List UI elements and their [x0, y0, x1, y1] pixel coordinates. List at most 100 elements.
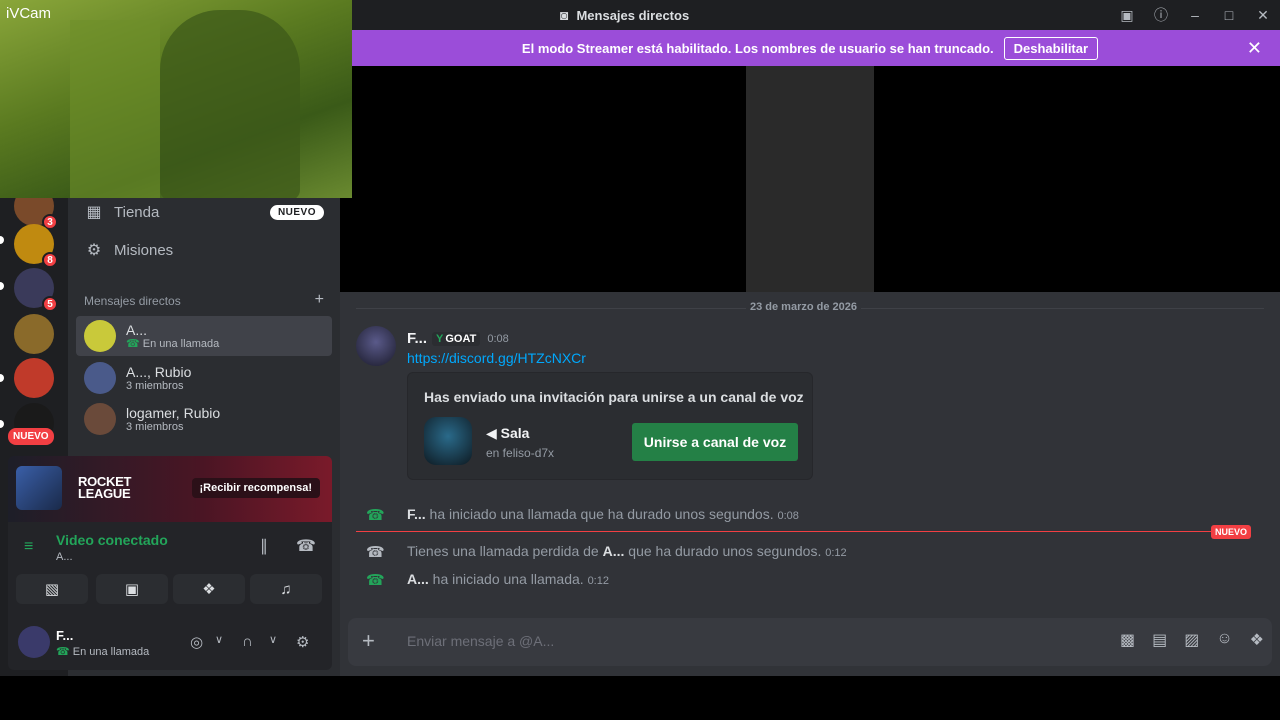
- disable-streamer-button[interactable]: Deshabilitar: [1003, 36, 1099, 60]
- missions-icon: ⚙: [86, 242, 102, 259]
- title-bar-center: ◙ Mensajes directos: [560, 0, 689, 30]
- unread-pill: [0, 236, 4, 244]
- mention-badge: 5: [42, 296, 58, 312]
- streamer-mode-banner: El modo Streamer está habilitado. Los no…: [340, 30, 1280, 66]
- unread-pill: [0, 282, 4, 290]
- voice-channel[interactable]: A...: [56, 551, 73, 563]
- close-icon[interactable]: ✕: [1247, 38, 1262, 59]
- call-started-icon: ☎: [366, 507, 385, 524]
- activities-button[interactable]: ❖: [173, 574, 245, 604]
- server-avatar: [424, 417, 472, 465]
- disconnect-icon[interactable]: ☎: [296, 536, 316, 556]
- message-composer[interactable]: + Enviar mensaje a @A... ▩ ▤ ▨ ☺ ❖: [348, 618, 1272, 666]
- dm-name: logamer, Rubio: [126, 404, 221, 421]
- add-attachment-icon[interactable]: +: [362, 628, 375, 654]
- dm-members: 3 miembros: [126, 420, 184, 433]
- help-icon[interactable]: ⓘ: [1144, 0, 1178, 30]
- server-icon[interactable]: [14, 314, 54, 354]
- dm-name: A..., Rubio: [126, 363, 192, 380]
- window-title: Mensajes directos: [576, 7, 690, 23]
- call-video-area: [340, 66, 1280, 292]
- voice-panel: ≡ Video conectado A... ∥ ☎ ▧ ▣ ❖ ♫: [8, 522, 332, 612]
- chevron-down-icon[interactable]: ∨: [215, 633, 223, 646]
- rocket-league-promo[interactable]: ROCKET LEAGUE ¡Recibir recompensa!: [8, 456, 332, 522]
- minimize-button[interactable]: –: [1178, 0, 1212, 30]
- nav-missions-label: Misiones: [114, 241, 174, 259]
- webcam-background: [70, 20, 160, 198]
- webcam-person: [160, 10, 300, 198]
- avatar: [84, 403, 116, 435]
- invite-title: Has enviado una invitación para unirse a…: [424, 389, 804, 405]
- unread-pill: [0, 374, 4, 382]
- dm-item[interactable]: A..., Rubio 3 miembros: [76, 358, 332, 398]
- new-messages-divider: [356, 531, 1211, 532]
- close-window-button[interactable]: ✕: [1246, 0, 1280, 30]
- join-voice-button[interactable]: Unirse a canal de voz: [632, 423, 798, 461]
- screen-share-button[interactable]: ▣: [96, 574, 168, 604]
- soundboard-button[interactable]: ♫: [250, 574, 322, 604]
- apps-icon[interactable]: ❖: [1250, 630, 1264, 650]
- dm-item[interactable]: logamer, Rubio 3 miembros: [76, 399, 332, 439]
- date-label: 23 de marzo de 2026: [746, 301, 862, 313]
- server-icon[interactable]: 8: [14, 224, 58, 268]
- avatar: [84, 362, 116, 394]
- dm-name: A...: [126, 321, 148, 338]
- speaker-icon: ◀: [486, 425, 497, 441]
- maximize-button[interactable]: □: [1212, 0, 1246, 30]
- promo-thumbnail: [16, 466, 62, 510]
- message-avatar[interactable]: [356, 326, 396, 366]
- banner-text: El modo Streamer está habilitado. Los no…: [521, 40, 994, 56]
- main-panel: 23 de marzo de 2026 F... Y GOAT 0:08 http…: [340, 66, 1280, 676]
- camera-toggle-button[interactable]: ▧: [16, 574, 88, 604]
- avatar: [84, 320, 116, 352]
- tag-icon: Y: [436, 332, 444, 345]
- user-name: F...: [56, 628, 74, 643]
- dm-members: 3 miembros: [126, 379, 184, 392]
- new-badge: NUEVO: [269, 204, 324, 220]
- camera-off-icon: ▧: [44, 581, 60, 598]
- call-started-icon: ☎: [366, 572, 385, 589]
- noise-suppression-icon[interactable]: ∥: [260, 536, 268, 556]
- inbox-icon[interactable]: ▣: [1110, 0, 1144, 30]
- user-status: ☎ En una llamada: [56, 646, 150, 658]
- missed-call-icon: ☎: [366, 544, 385, 561]
- server-icon[interactable]: 5: [14, 268, 58, 312]
- server-icon[interactable]: [14, 358, 54, 398]
- rocket-league-logo: ROCKET LEAGUE: [78, 474, 132, 501]
- dm-section-title: Mensajes directos: [84, 294, 181, 308]
- sticker-icon[interactable]: ▨: [1184, 630, 1199, 650]
- gif-icon[interactable]: ▤: [1152, 630, 1167, 650]
- gift-icon[interactable]: ▩: [1120, 630, 1135, 650]
- message-time: 0:08: [487, 332, 509, 345]
- headphones-icon[interactable]: ∩: [242, 633, 253, 650]
- microphone-icon[interactable]: ◎: [190, 633, 203, 651]
- invite-server: en feliso-d7x: [486, 446, 555, 460]
- nav-store[interactable]: ▦ Tienda NUEVO: [84, 194, 324, 230]
- webcam-overlay: iVCam: [0, 0, 352, 198]
- unread-pill: [0, 420, 4, 428]
- video-tile[interactable]: [746, 66, 874, 292]
- message-input[interactable]: Enviar mensaje a @A...: [407, 633, 554, 649]
- webcam-label: iVCam: [6, 5, 52, 22]
- phone-icon: ☎: [126, 337, 140, 350]
- nav-missions[interactable]: ⚙ Misiones: [84, 232, 324, 268]
- store-icon: ▦: [86, 204, 102, 221]
- signal-icon: ≡: [24, 538, 34, 555]
- activities-icon: ❖: [202, 581, 216, 598]
- discord-icon: ◙: [560, 7, 569, 23]
- user-avatar[interactable]: [18, 626, 50, 658]
- settings-gear-icon[interactable]: ⚙: [296, 633, 309, 651]
- message-author[interactable]: F...: [407, 330, 427, 347]
- guild-tag[interactable]: Y GOAT: [432, 331, 481, 346]
- soundboard-icon: ♫: [280, 580, 292, 598]
- chevron-down-icon[interactable]: ∨: [269, 633, 277, 646]
- nav-store-label: Tienda: [114, 203, 160, 221]
- dm-item[interactable]: A... ☎ En una llamada: [76, 316, 332, 356]
- emoji-icon[interactable]: ☺: [1216, 630, 1232, 650]
- mention-badge: 8: [42, 252, 58, 268]
- new-server-badge: NUEVO: [8, 428, 54, 445]
- create-dm-icon[interactable]: +: [315, 292, 324, 308]
- invite-link[interactable]: https://discord.gg/HTZcNXCr: [407, 350, 586, 366]
- system-message: A... ha iniciado una llamada. 0:12: [407, 571, 609, 587]
- claim-reward-button[interactable]: ¡Recibir recompensa!: [191, 478, 320, 498]
